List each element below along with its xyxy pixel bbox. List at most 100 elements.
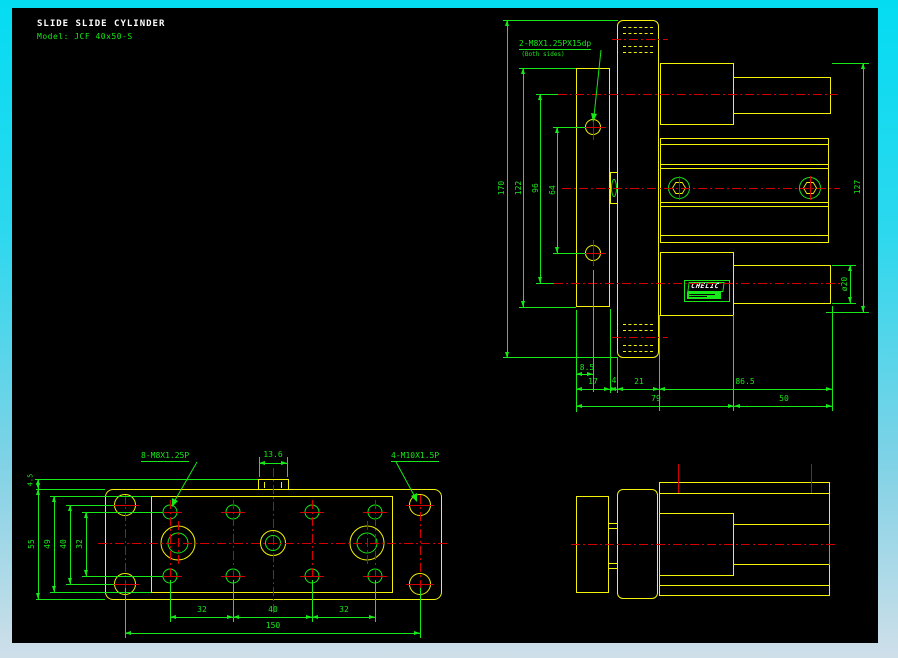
crosshair bbox=[111, 584, 139, 585]
thread-note: (Both sides) bbox=[521, 51, 565, 58]
port-axis bbox=[678, 464, 679, 493]
piston-rod-top bbox=[733, 77, 831, 114]
hidden-thread-line bbox=[623, 52, 653, 53]
dim-text: 4 bbox=[611, 376, 617, 385]
dim-text: 13.6 bbox=[263, 450, 283, 459]
drawing-canvas: SLIDE SLIDE CYLINDER Model: JCF 40x50-S bbox=[12, 8, 878, 643]
hole-axis bbox=[420, 495, 421, 596]
crosshair bbox=[363, 576, 387, 577]
rod-line bbox=[733, 564, 829, 565]
dim-line-21 bbox=[617, 387, 659, 391]
crosshair bbox=[593, 240, 594, 266]
dim-line-49 bbox=[52, 496, 56, 592]
body-line bbox=[660, 493, 829, 494]
ext-line bbox=[66, 584, 114, 585]
body-line bbox=[661, 202, 828, 203]
ext-line bbox=[50, 592, 151, 593]
crosshair bbox=[406, 505, 434, 506]
hidden-thread-line bbox=[623, 33, 653, 34]
cad-viewport: SLIDE SLIDE CYLINDER Model: JCF 40x50-S bbox=[0, 0, 898, 658]
bore-axis bbox=[178, 521, 179, 566]
slide-table-outline bbox=[617, 20, 659, 358]
ext-line bbox=[832, 63, 869, 64]
centerline-h bbox=[98, 543, 450, 544]
crosshair bbox=[221, 576, 245, 577]
crosshair bbox=[363, 512, 387, 513]
ext-line bbox=[82, 576, 163, 577]
dim-line-4-5 bbox=[36, 479, 40, 489]
dim-text: 55 bbox=[27, 539, 36, 549]
dim-line-96 bbox=[538, 94, 542, 283]
dim-text: 64 bbox=[548, 185, 557, 195]
dim-text: 40 bbox=[59, 539, 68, 549]
ext-line bbox=[536, 94, 558, 95]
crosshair bbox=[300, 576, 324, 577]
ext-line bbox=[36, 489, 105, 490]
body-line bbox=[661, 235, 828, 236]
ext-line bbox=[35, 479, 258, 480]
tab-line bbox=[609, 528, 617, 529]
dim-line-122 bbox=[521, 68, 525, 307]
tab-line bbox=[609, 568, 617, 569]
dim-text: 50 bbox=[779, 394, 789, 403]
dim-line-40 bbox=[68, 505, 72, 584]
dim-line-79 bbox=[576, 404, 734, 408]
dim-text: 86.5 bbox=[735, 377, 755, 386]
dim-text: 21 bbox=[634, 377, 644, 386]
piston-rod-low bbox=[733, 265, 831, 304]
dim-line-dia20 bbox=[848, 265, 852, 303]
dim-text: 79 bbox=[651, 394, 661, 403]
dim-text: 40 bbox=[268, 605, 278, 614]
dim-text: ø20 bbox=[840, 276, 849, 292]
tab-line bbox=[609, 563, 617, 564]
dim-line-127 bbox=[861, 63, 865, 312]
dim-line-55 bbox=[36, 489, 40, 599]
dim-line-4 bbox=[610, 387, 617, 391]
hidden-thread-line bbox=[623, 46, 653, 47]
dim-line-64 bbox=[555, 127, 559, 253]
dim-line-40b bbox=[233, 615, 312, 619]
m8-callout: 8-M8X1.25P bbox=[141, 451, 190, 462]
centerline bbox=[612, 39, 668, 40]
ext-line bbox=[832, 265, 856, 266]
centerline-rod-top bbox=[558, 94, 838, 95]
dim-text: 49 bbox=[43, 539, 52, 549]
dim-line-32c bbox=[312, 615, 375, 619]
rod-line bbox=[733, 524, 829, 525]
dim-text: 150 bbox=[265, 621, 281, 630]
tab-line bbox=[609, 523, 617, 524]
dim-line-150 bbox=[125, 631, 420, 635]
ext-line bbox=[576, 310, 577, 412]
dim-line-32a bbox=[170, 615, 233, 619]
ext-line bbox=[82, 512, 163, 513]
dim-text: 32 bbox=[75, 539, 84, 549]
crosshair bbox=[593, 114, 594, 140]
hidden-thread-line bbox=[623, 351, 653, 352]
hidden-thread-line bbox=[623, 345, 653, 346]
ext-line bbox=[519, 68, 576, 69]
ext-line bbox=[259, 457, 260, 477]
bore-axis bbox=[367, 521, 368, 566]
ext-line bbox=[733, 315, 734, 411]
ext-line bbox=[553, 253, 585, 254]
dim-text: 96 bbox=[531, 183, 540, 193]
ext-line bbox=[536, 283, 554, 284]
ext-line bbox=[66, 505, 114, 506]
ext-line bbox=[832, 303, 856, 304]
hole-axis bbox=[125, 495, 126, 596]
dim-line-32 bbox=[84, 512, 88, 576]
crosshair bbox=[111, 505, 139, 506]
ext-line bbox=[420, 588, 421, 638]
drawing-title: SLIDE SLIDE CYLINDER bbox=[37, 19, 166, 29]
dim-line-86-5 bbox=[659, 387, 832, 391]
dim-line-170 bbox=[505, 20, 509, 358]
nameplate-text-bar bbox=[687, 292, 721, 299]
dim-text: 122 bbox=[514, 180, 523, 196]
ext-line bbox=[593, 270, 594, 392]
dim-text: 4.5 bbox=[26, 473, 35, 487]
dim-text: 32 bbox=[339, 605, 349, 614]
dim-line-50 bbox=[734, 404, 832, 408]
body-line bbox=[660, 585, 829, 586]
body-line bbox=[661, 206, 828, 207]
centerline bbox=[571, 544, 838, 545]
